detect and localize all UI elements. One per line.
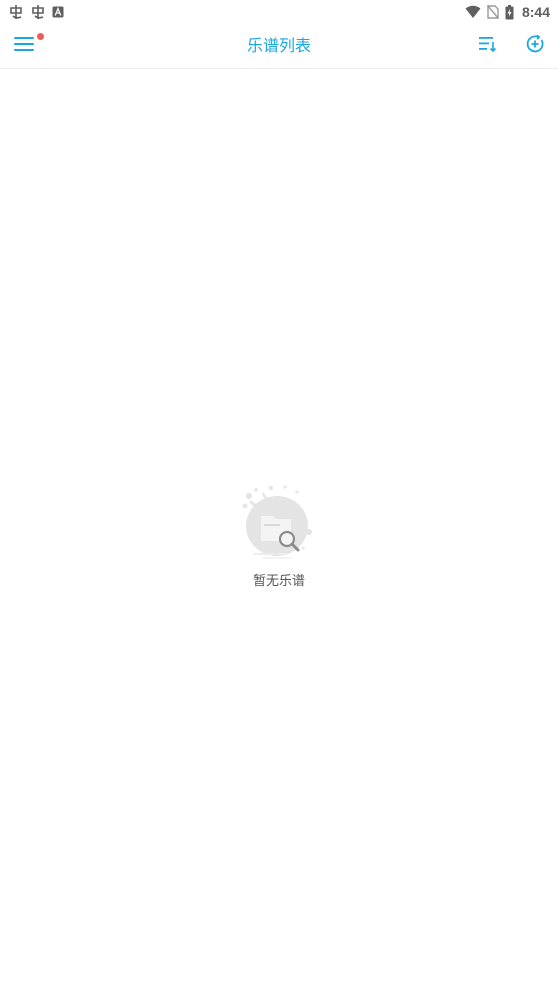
wifi-icon [465,5,481,19]
add-circle-icon [525,34,545,58]
sort-button[interactable] [472,30,504,62]
empty-message: 暂无乐谱 [252,574,305,589]
empty-search-folder-icon [241,484,317,562]
app-notification-icon [8,4,24,20]
add-sync-button[interactable] [519,30,551,62]
app-notification-icon [30,4,46,20]
no-sim-icon [486,5,499,19]
a-badge-icon [52,6,64,18]
status-right-icons: 8:44 [465,4,550,20]
status-time: 8:44 [521,4,550,20]
screen: 8:44 乐谱列表 暂无乐谱 [0,0,558,992]
battery-charging-icon [505,4,514,20]
status-bar: 8:44 [0,0,558,24]
sort-list-icon [479,36,497,56]
status-left-icons [8,4,64,20]
empty-state: 暂无乐谱 [0,484,558,589]
app-bar: 乐谱列表 [0,24,558,69]
